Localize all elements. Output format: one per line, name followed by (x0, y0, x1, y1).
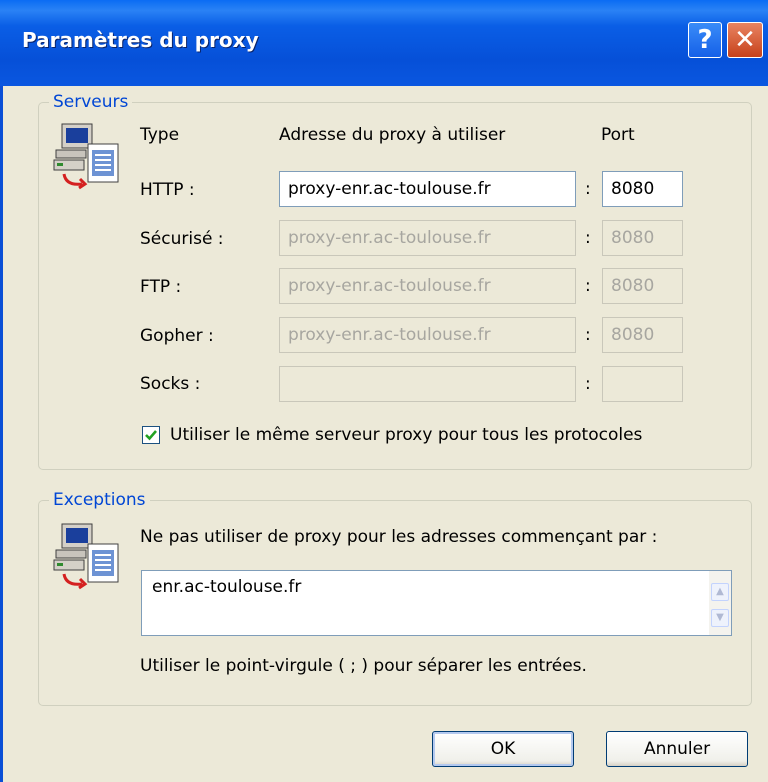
secure-label: Sécurisé : (140, 229, 224, 249)
same-proxy-label[interactable]: Utiliser le même serveur proxy pour tous… (170, 425, 642, 445)
ok-button[interactable]: OK (432, 731, 574, 767)
secure-address-input (279, 220, 576, 256)
close-icon: ✕ (734, 25, 756, 55)
network-server-icon (53, 523, 119, 590)
same-proxy-checkbox[interactable] (142, 426, 160, 444)
servers-legend: Serveurs (49, 92, 133, 112)
ftp-port-input (602, 268, 683, 304)
close-button[interactable]: ✕ (727, 22, 763, 58)
gopher-address-input (279, 317, 576, 353)
checkmark-icon (145, 430, 157, 441)
scroll-up-button[interactable]: ▲ (711, 583, 729, 601)
socks-port-separator: : (585, 374, 591, 394)
http-label: HTTP : (140, 180, 195, 200)
arrow-down-icon: ▼ (716, 612, 724, 623)
ftp-port-separator: : (585, 276, 591, 296)
socks-port-input (602, 366, 683, 402)
exceptions-description: Ne pas utiliser de proxy pour les adress… (140, 527, 658, 547)
secure-port-input (602, 220, 683, 256)
proxy-settings-dialog: Paramètres du proxy ? ✕ Serveurs Type Ad… (0, 0, 768, 782)
arrow-up-icon: ▲ (716, 586, 724, 597)
question-mark-icon: ? (697, 25, 713, 55)
exceptions-legend: Exceptions (49, 490, 150, 510)
http-port-input[interactable] (602, 171, 683, 207)
cancel-button[interactable]: Annuler (606, 731, 748, 767)
help-button[interactable]: ? (688, 22, 722, 58)
gopher-label: Gopher : (140, 326, 214, 346)
address-header: Adresse du proxy à utiliser (279, 125, 506, 145)
gopher-port-input (602, 317, 683, 353)
window-frame (0, 86, 3, 782)
exceptions-hint: Utiliser le point-virgule ( ; ) pour sép… (140, 656, 587, 676)
ftp-label: FTP : (140, 277, 182, 297)
http-address-input[interactable] (279, 171, 576, 207)
http-port-separator: : (585, 179, 591, 199)
gopher-port-separator: : (585, 325, 591, 345)
port-header: Port (601, 125, 635, 145)
window-title: Paramètres du proxy (22, 28, 259, 52)
network-server-icon (53, 123, 119, 190)
type-header: Type (140, 125, 180, 145)
exceptions-textarea[interactable]: enr.ac-toulouse.fr ▲ ▼ (141, 570, 732, 636)
ftp-address-input (279, 268, 576, 304)
exceptions-value: enr.ac-toulouse.fr (152, 577, 302, 597)
title-bar[interactable]: Paramètres du proxy ? ✕ (0, 0, 768, 86)
socks-address-input (279, 366, 576, 402)
scroll-down-button[interactable]: ▼ (711, 609, 729, 627)
exceptions-scrollbar[interactable]: ▲ ▼ (709, 571, 731, 635)
secure-port-separator: : (585, 228, 591, 248)
socks-label: Socks : (140, 374, 201, 394)
